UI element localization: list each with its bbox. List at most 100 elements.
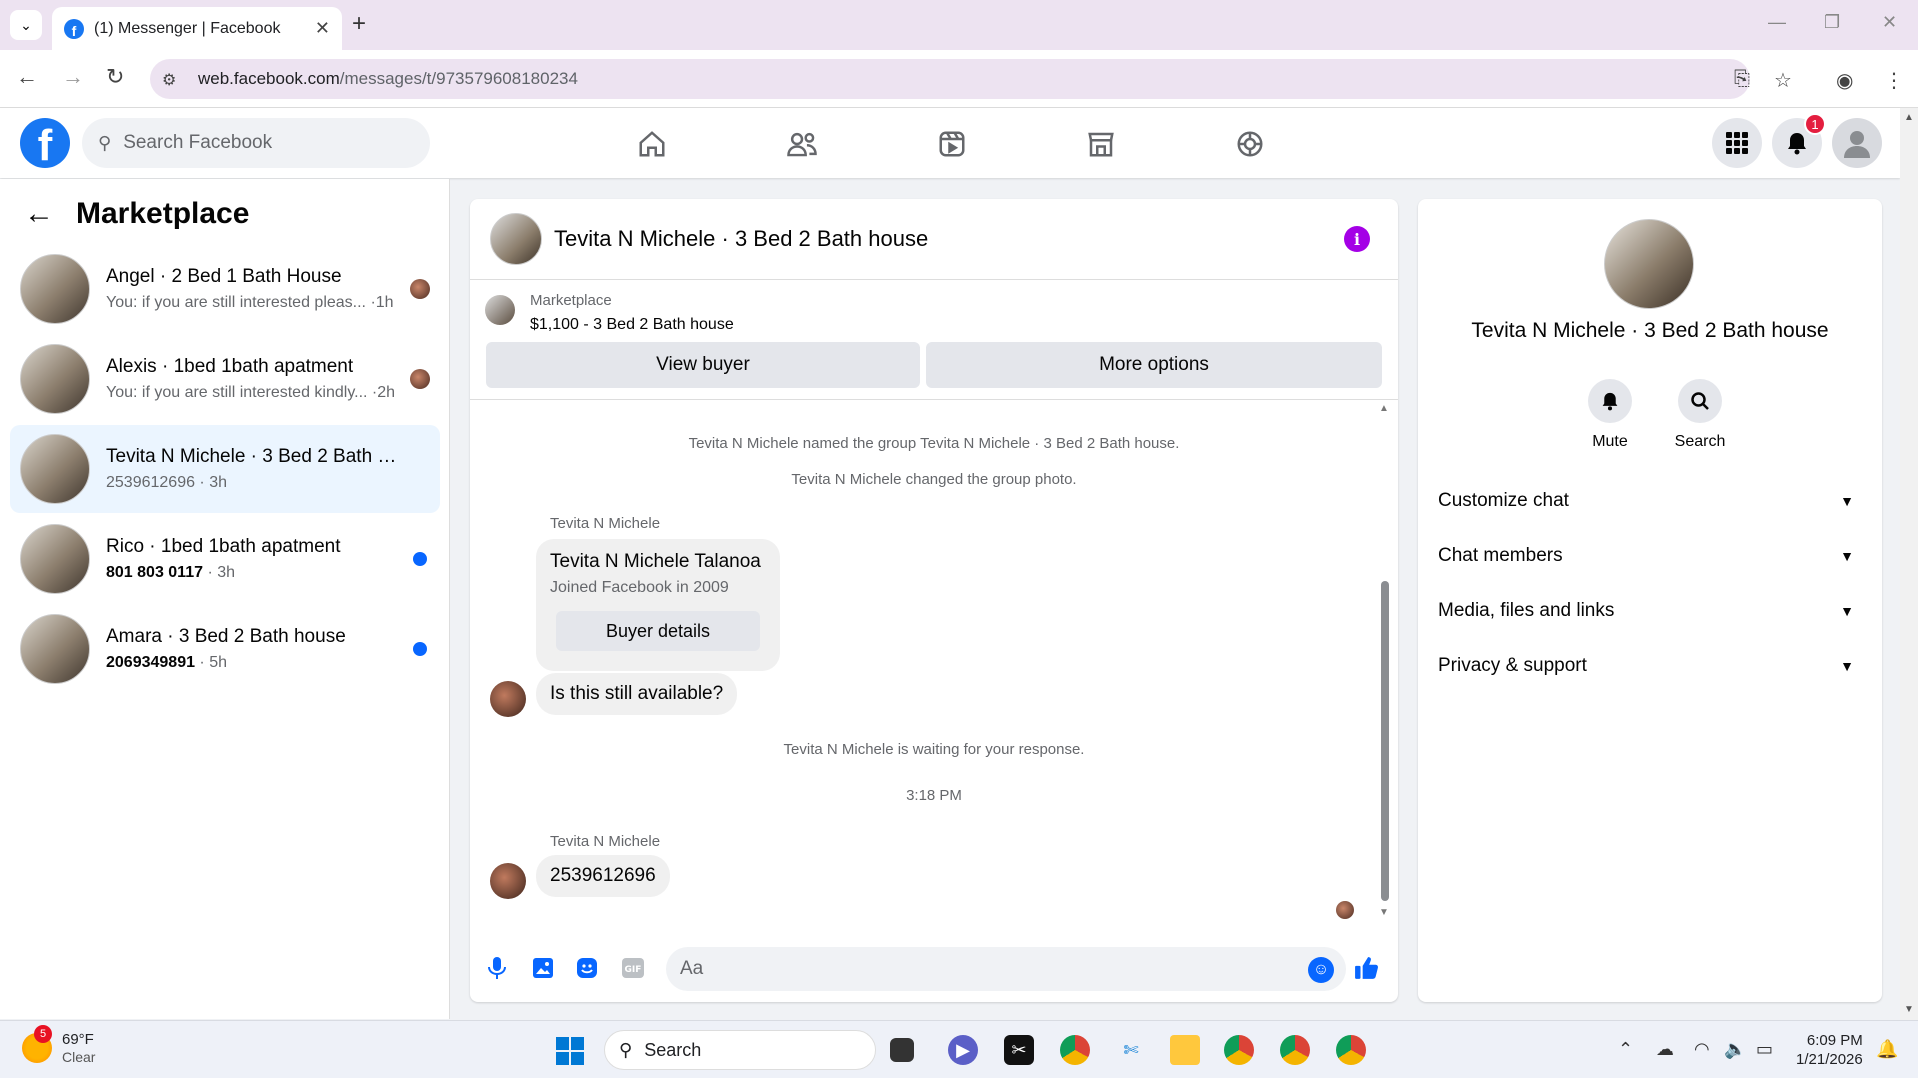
window-close-icon[interactable]: ✕: [1882, 12, 1897, 33]
scroll-up-arrow-icon[interactable]: ▲: [1379, 403, 1389, 414]
buyer-details-button[interactable]: Buyer details: [556, 611, 760, 651]
browser-tab[interactable]: f (1) Messenger | Facebook ✕: [52, 7, 342, 50]
video-icon[interactable]: [932, 126, 972, 162]
page-scroll-up-icon[interactable]: ▲: [1904, 112, 1914, 123]
volume-icon[interactable]: 🔈: [1724, 1039, 1746, 1060]
new-tab-button[interactable]: +: [352, 10, 366, 38]
teams-chat-icon[interactable]: ▶: [948, 1035, 978, 1065]
view-buyer-button[interactable]: View buyer: [486, 342, 920, 388]
thumbs-up-icon[interactable]: [1354, 955, 1380, 981]
task-view-icon[interactable]: [890, 1038, 914, 1062]
conversation-item[interactable]: Amara · 3 Bed 2 Bath house 2069349891 · …: [10, 605, 440, 693]
sticker-icon[interactable]: [574, 955, 600, 981]
friends-icon[interactable]: [782, 126, 822, 162]
conversation-name: Amara · 3 Bed 2 Bath house: [106, 626, 346, 647]
customize-chat-row[interactable]: Customize chat ▼: [1438, 481, 1868, 521]
chrome-icon[interactable]: [1336, 1035, 1366, 1065]
message-bubble[interactable]: 2539612696: [536, 855, 670, 897]
home-icon[interactable]: [632, 126, 672, 162]
install-app-icon[interactable]: ⎘: [1734, 68, 1750, 91]
weather-badge: 5: [34, 1025, 52, 1043]
chrome-profile-s-icon[interactable]: [1224, 1035, 1254, 1065]
marketplace-icon[interactable]: [1081, 126, 1121, 162]
read-receipt-avatar: [410, 369, 430, 389]
conversation-item[interactable]: Rico · 1bed 1bath apatment 801 803 0117 …: [10, 515, 440, 603]
photo-icon[interactable]: [530, 955, 556, 981]
read-receipt-avatar: [410, 279, 430, 299]
chat-members-row[interactable]: Chat members ▼: [1438, 536, 1868, 576]
profile-icon[interactable]: ◉: [1836, 68, 1853, 93]
media-files-links-row[interactable]: Media, files and links ▼: [1438, 591, 1868, 631]
conversation-snippet: 2539612696 · 3h: [106, 474, 227, 491]
message-bubble[interactable]: Is this still available?: [536, 673, 738, 715]
conversation-name: Angel · 2 Bed 1 Bath House: [106, 266, 342, 287]
weather-widget[interactable]: 5 69°F Clear: [22, 1025, 95, 1065]
mute-button[interactable]: Mute: [1570, 379, 1650, 451]
info-icon[interactable]: i: [1344, 226, 1370, 252]
bookmark-star-icon[interactable]: ☆: [1774, 68, 1792, 93]
onedrive-offline-icon[interactable]: ☁: [1656, 1039, 1674, 1060]
search-in-chat-button[interactable]: Search: [1660, 379, 1740, 451]
gaming-icon[interactable]: [1230, 126, 1270, 162]
tab-close-icon[interactable]: ✕: [315, 18, 330, 39]
emoji-icon[interactable]: ☺: [1308, 957, 1334, 983]
chevron-down-icon: ⌄: [20, 16, 32, 33]
more-options-button[interactable]: More options: [926, 342, 1382, 388]
chevron-down-icon: ▼: [1840, 548, 1854, 564]
message-input[interactable]: Aa: [666, 947, 1346, 991]
message-composer: GIF Aa ☺: [470, 939, 1398, 999]
chat-title[interactable]: Tevita N Michele · 3 Bed 2 Bath house: [554, 226, 1344, 252]
file-explorer-icon[interactable]: [1170, 1035, 1200, 1065]
battery-icon[interactable]: ▭: [1756, 1039, 1773, 1060]
back-arrow-icon[interactable]: ←: [16, 64, 38, 90]
capcut-icon[interactable]: ✂: [1004, 1035, 1034, 1065]
thread-scrollbar[interactable]: ▲ ▼: [1378, 401, 1390, 921]
restore-icon[interactable]: ❐: [1824, 12, 1840, 33]
sender-avatar[interactable]: [490, 681, 526, 717]
microphone-icon[interactable]: [484, 955, 510, 981]
windows-start-icon[interactable]: [556, 1037, 584, 1065]
facebook-logo-icon[interactable]: f: [20, 118, 70, 168]
listing-title[interactable]: $1,100 - 3 Bed 2 Bath house: [530, 316, 734, 334]
conversation-item[interactable]: Alexis · 1bed 1bath apatment You: if you…: [10, 335, 440, 423]
taskbar-search[interactable]: ⚲ Search: [604, 1030, 876, 1070]
panel-title: ← Marketplace: [24, 197, 249, 231]
marketplace-title: Marketplace: [76, 197, 250, 230]
snipping-tool-icon[interactable]: ✄: [1116, 1035, 1146, 1065]
chrome-profile-a-icon[interactable]: [1280, 1035, 1310, 1065]
conversation-item-active[interactable]: Tevita N Michele · 3 Bed 2 Bath ho... 25…: [10, 425, 440, 513]
gif-icon[interactable]: GIF: [620, 955, 646, 981]
scroll-down-arrow-icon[interactable]: ▼: [1379, 907, 1389, 918]
privacy-support-row[interactable]: Privacy & support ▼: [1438, 646, 1868, 686]
chrome-profile-h-icon[interactable]: [1060, 1035, 1090, 1065]
tab-search-dropdown[interactable]: ⌄: [10, 10, 42, 40]
wifi-icon[interactable]: ◠: [1694, 1039, 1710, 1060]
listing-thumbnail: [485, 295, 515, 325]
address-bar[interactable]: web.facebook.com/messages/t/973579608180…: [150, 59, 1750, 99]
browser-menu-icon[interactable]: ⋮: [1884, 68, 1904, 93]
group-avatar[interactable]: [490, 213, 542, 265]
forward-arrow-icon[interactable]: →: [62, 64, 84, 90]
facebook-search-input[interactable]: ⚲ Search Facebook: [82, 118, 430, 168]
site-settings-icon[interactable]: ⚙: [162, 70, 176, 90]
minimize-icon[interactable]: —: [1768, 12, 1786, 33]
notification-center-icon[interactable]: 🔔: [1876, 1039, 1898, 1060]
tray-chevron-up-icon[interactable]: ⌃: [1618, 1039, 1633, 1060]
scrollbar-thumb[interactable]: [1381, 581, 1389, 901]
back-arrow-icon[interactable]: ←: [24, 197, 54, 231]
group-avatar-large[interactable]: [1604, 219, 1694, 309]
taskbar-clock[interactable]: 6:09 PM 1/21/2026: [1796, 1031, 1863, 1069]
sender-name: Tevita N Michele: [550, 833, 661, 850]
unread-dot: [413, 642, 427, 656]
conversation-item[interactable]: Angel · 2 Bed 1 Bath House You: if you a…: [10, 245, 440, 333]
message-timestamp: 3:18 PM: [906, 787, 962, 804]
reload-icon[interactable]: ↻: [106, 64, 124, 90]
account-avatar[interactable]: [1832, 118, 1882, 168]
sender-avatar[interactable]: [490, 863, 526, 899]
conversation-snippet: You: if you are still interested kindly.…: [106, 384, 396, 401]
menu-grid-icon[interactable]: [1712, 118, 1762, 168]
page-scroll-down-icon[interactable]: ▼: [1904, 1004, 1914, 1015]
seen-avatar: [1336, 901, 1354, 919]
page-scrollbar[interactable]: ▲ ▼: [1900, 108, 1918, 1020]
marketplace-listing-bar: Marketplace $1,100 - 3 Bed 2 Bath house …: [470, 280, 1398, 400]
